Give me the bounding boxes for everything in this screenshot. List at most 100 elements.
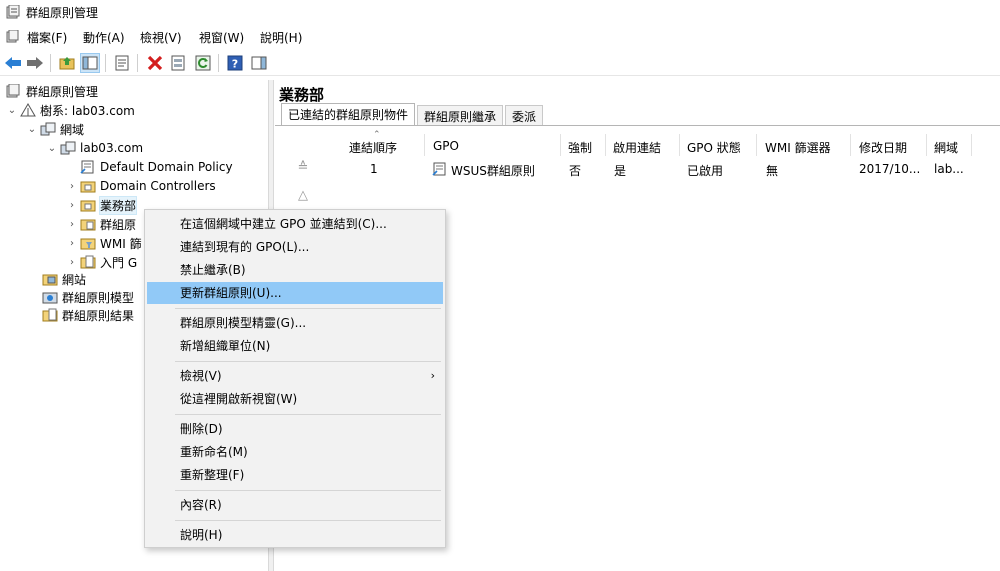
- toolbar: ?: [0, 50, 1000, 76]
- action-pane-button[interactable]: [249, 53, 269, 73]
- back-icon: [5, 57, 21, 69]
- tree-item-domains[interactable]: ⌄ 網域: [26, 120, 84, 139]
- refresh-button[interactable]: [193, 53, 213, 73]
- domains-icon: [40, 122, 56, 136]
- menu-item-gp-update[interactable]: 更新群組原則(U)...: [147, 282, 443, 304]
- starter-gpo-icon: [80, 255, 96, 269]
- menu-item-create-gpo-link[interactable]: 在這個網域中建立 GPO 並連結到(C)...: [147, 213, 443, 235]
- menu-view[interactable]: 檢視(V): [138, 29, 184, 46]
- tree-label: 群組原則結果: [62, 308, 135, 323]
- tree-item-gpmc-root[interactable]: 群組原則管理: [4, 82, 98, 101]
- chevron-right-icon[interactable]: ›: [66, 238, 78, 249]
- tree-item-default-domain-policy[interactable]: Default Domain Policy: [78, 158, 233, 177]
- column-divider[interactable]: [850, 134, 851, 156]
- help-button[interactable]: ?: [225, 53, 245, 73]
- chevron-right-icon[interactable]: ›: [66, 257, 78, 268]
- tree-item-gp-results[interactable]: 群組原則結果: [40, 306, 134, 325]
- tree-item-forest[interactable]: ⌄ 樹系: lab03.com: [6, 101, 135, 120]
- context-menu: 在這個網域中建立 GPO 並連結到(C)... 連結到現有的 GPO(L)...…: [144, 209, 446, 548]
- show-hide-tree-icon: [82, 56, 98, 70]
- up-folder-icon: [59, 57, 75, 70]
- column-header-gpo-status[interactable]: GPO 狀態: [687, 139, 741, 156]
- menu-item-view[interactable]: 檢視(V) ›: [147, 365, 443, 387]
- menu-item-rename[interactable]: 重新命名(M): [147, 441, 443, 463]
- menu-item-block-inheritance[interactable]: 禁止繼承(B): [147, 259, 443, 281]
- ou-folder-icon: [80, 200, 96, 212]
- cell-link-enabled: 是: [614, 164, 627, 178]
- tree-item-gpo-objects[interactable]: › 群組原: [66, 215, 136, 234]
- chevron-right-icon[interactable]: ›: [66, 200, 78, 211]
- export-list-button[interactable]: [168, 53, 188, 73]
- title-bar: 群組原則管理: [0, 0, 1000, 26]
- menu-item-delete[interactable]: 刪除(D): [147, 418, 443, 440]
- sites-folder-icon: [42, 274, 58, 286]
- tree-item-gp-modeling[interactable]: 群組原則模型: [40, 288, 134, 307]
- column-header-wmi-filter[interactable]: WMI 篩選器: [765, 139, 831, 156]
- column-header-link-order[interactable]: 連結順序: [349, 139, 397, 156]
- chevron-right-icon[interactable]: ›: [66, 219, 78, 230]
- column-divider[interactable]: [756, 134, 757, 156]
- menu-help[interactable]: 說明(H): [258, 29, 304, 46]
- back-button[interactable]: [3, 53, 23, 73]
- cell-enforced: 否: [569, 164, 582, 178]
- toolbar-separator: [137, 54, 138, 72]
- tree-label: 群組原: [100, 217, 137, 232]
- column-divider[interactable]: [424, 134, 425, 156]
- show-hide-tree-button[interactable]: [80, 53, 100, 73]
- chevron-right-icon[interactable]: ›: [66, 181, 78, 192]
- column-divider[interactable]: [971, 134, 972, 156]
- delete-button[interactable]: [145, 53, 165, 73]
- column-divider[interactable]: [926, 134, 927, 156]
- chevron-down-icon[interactable]: ⌄: [6, 105, 18, 116]
- move-to-top-icon[interactable]: ≙: [295, 160, 311, 176]
- cell-link-order: 1: [370, 162, 378, 176]
- tree-item-starter-gpo[interactable]: › 入門 G: [66, 253, 137, 272]
- tree-item-wmi-filters[interactable]: › WMI 篩: [66, 234, 142, 253]
- menu-item-properties[interactable]: 內容(R): [147, 494, 443, 516]
- tab-gp-inheritance[interactable]: 群組原則繼承: [417, 105, 504, 125]
- move-up-icon[interactable]: △: [295, 188, 311, 204]
- toolbar-separator: [50, 54, 51, 72]
- gpmc-root-icon: [6, 84, 20, 98]
- action-pane-icon: [251, 56, 267, 70]
- window-menu-icon[interactable]: [6, 30, 20, 44]
- forward-button[interactable]: [25, 53, 45, 73]
- toolbar-separator: [218, 54, 219, 72]
- forest-icon: [20, 103, 36, 117]
- results-icon: [42, 308, 58, 322]
- column-header-enforced[interactable]: 強制: [568, 139, 592, 156]
- up-one-level-button[interactable]: [57, 53, 77, 73]
- menu-item-link-existing-gpo[interactable]: 連結到現有的 GPO(L)...: [147, 236, 443, 258]
- menu-item-new-ou[interactable]: 新增組織單位(N): [147, 335, 443, 357]
- tree-item-sales-ou[interactable]: › 業務部: [66, 195, 138, 215]
- tree-label: 群組原則管理: [26, 84, 99, 99]
- menu-item-new-window-here[interactable]: 從這裡開啟新視窗(W): [147, 388, 443, 410]
- menu-item-help[interactable]: 說明(H): [147, 524, 443, 546]
- column-header-domain[interactable]: 網域: [934, 139, 958, 156]
- menu-window[interactable]: 視窗(W): [197, 29, 246, 46]
- menu-action[interactable]: 動作(A): [81, 29, 127, 46]
- tree-item-sites[interactable]: 網站: [40, 270, 86, 289]
- column-header-modified[interactable]: 修改日期: [859, 139, 907, 156]
- menu-file[interactable]: 檔案(F): [25, 29, 69, 46]
- refresh-icon: [195, 55, 211, 71]
- tab-linked-gpos[interactable]: 已連結的群組原則物件: [281, 103, 416, 126]
- window-title: 群組原則管理: [26, 6, 99, 20]
- tree-label: 群組原則模型: [62, 290, 135, 305]
- chevron-down-icon[interactable]: ⌄: [26, 124, 38, 135]
- tree-item-domain-controllers[interactable]: › Domain Controllers: [66, 177, 216, 196]
- chevron-down-icon[interactable]: ⌄: [46, 143, 58, 154]
- tree-item-domain-lab03[interactable]: ⌄ lab03.com: [46, 139, 143, 158]
- column-header-gpo[interactable]: GPO: [433, 139, 459, 153]
- properties-button[interactable]: [112, 53, 132, 73]
- menu-separator: [175, 490, 441, 491]
- tab-delegation[interactable]: 委派: [505, 105, 544, 125]
- column-header-link-enabled[interactable]: 啟用連結: [613, 139, 661, 156]
- column-divider[interactable]: [679, 134, 680, 156]
- menu-item-refresh[interactable]: 重新整理(F): [147, 464, 443, 486]
- gpo-folder-icon: [80, 219, 96, 231]
- column-divider[interactable]: [605, 134, 606, 156]
- column-divider[interactable]: [560, 134, 561, 156]
- menu-item-gp-modeling-wizard[interactable]: 群組原則模型精靈(G)...: [147, 312, 443, 334]
- delete-icon: [147, 55, 163, 71]
